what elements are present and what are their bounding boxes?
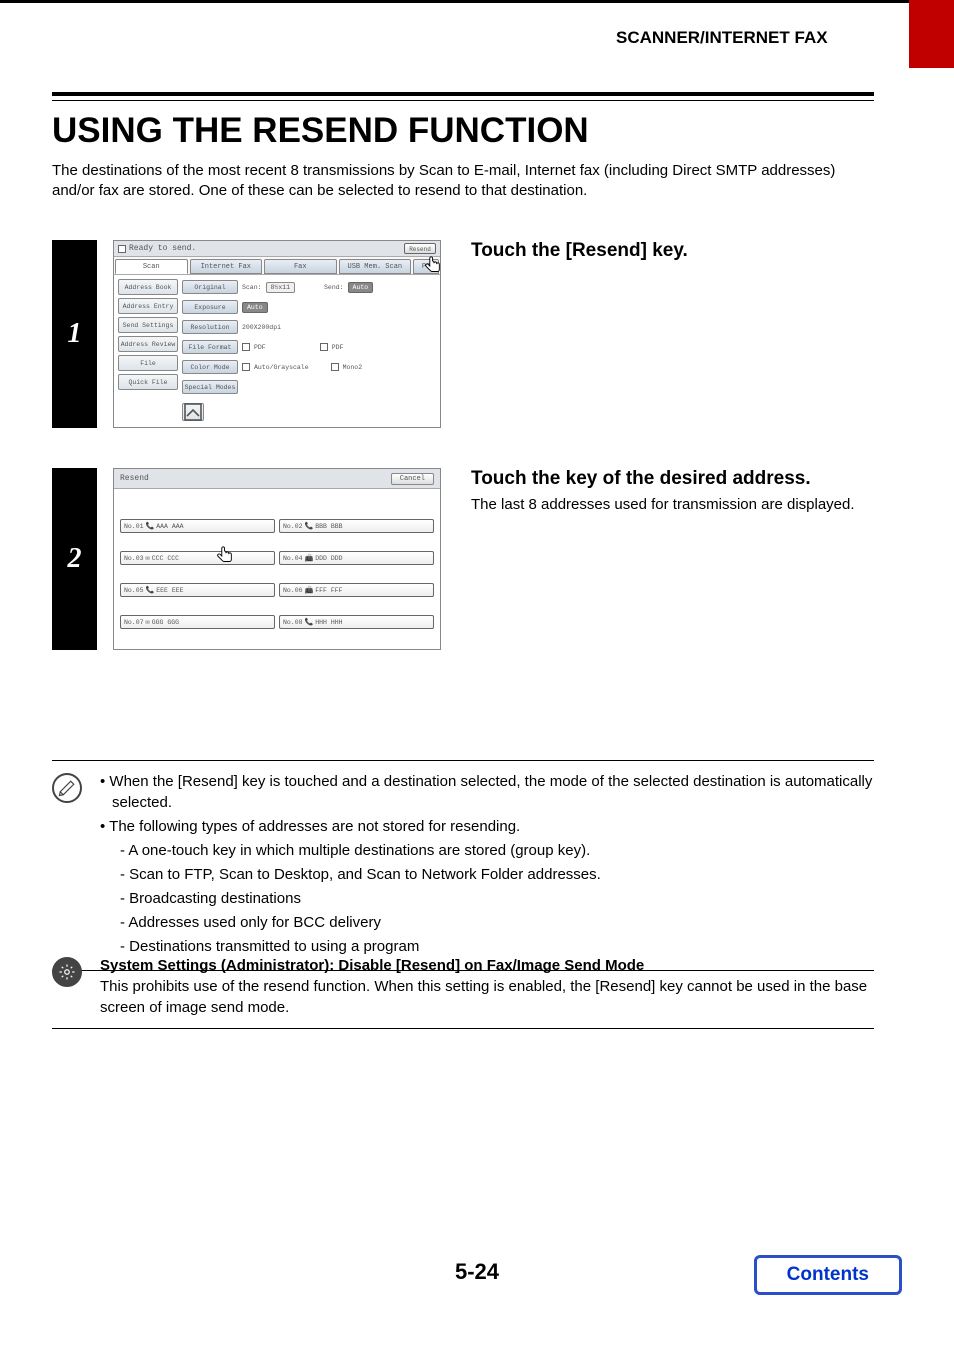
note-bullet: When the [Resend] key is touched and a d…	[100, 771, 874, 813]
note-bullet: The following types of addresses are not…	[100, 816, 874, 837]
step2-screenshot: Resend Cancel No.01📞AAA AAA No.02📞BBB BBB…	[113, 468, 441, 650]
color-mode-button[interactable]: Color Mode	[182, 360, 238, 374]
resend-item[interactable]: No.07✉GGG GGG	[120, 615, 275, 629]
resend-button[interactable]: Resend	[404, 243, 436, 254]
note-sub: Scan to FTP, Scan to Desktop, and Scan t…	[104, 864, 874, 885]
step1-heading: Touch the [Resend] key.	[471, 240, 874, 262]
btn-quick-file[interactable]: Quick File	[118, 374, 178, 390]
step-1: 1 Ready to send. Resend Scan Internet Fa…	[52, 240, 874, 428]
step2-body: The last 8 addresses used for transmissi…	[471, 496, 874, 513]
pen-icon	[52, 773, 82, 803]
pdf-icon	[242, 343, 250, 351]
btn-address-book[interactable]: Address Book	[118, 279, 178, 295]
tab-ifax[interactable]: Internet Fax	[190, 259, 263, 274]
resolution-button[interactable]: Resolution	[182, 320, 238, 334]
send-label: Send:	[324, 284, 344, 291]
resend-item[interactable]: No.02📞BBB BBB	[279, 519, 434, 533]
resend-item[interactable]: No.03✉CCC CCC	[120, 551, 275, 565]
cancel-button[interactable]: Cancel	[391, 473, 434, 485]
rule-thick	[52, 92, 874, 96]
resend-item[interactable]: No.01📞AAA AAA	[120, 519, 275, 533]
hand-cursor-icon	[422, 255, 444, 277]
note-block-1: When the [Resend] key is touched and a d…	[52, 760, 874, 971]
mono-icon	[331, 363, 339, 371]
btn-address-entry[interactable]: Address Entry	[118, 298, 178, 314]
resend-item[interactable]: No.05📞EEE EEE	[120, 583, 275, 597]
tab-usb[interactable]: USB Mem. Scan	[339, 259, 412, 274]
note-block-2: System Settings (Administrator): Disable…	[52, 945, 874, 1029]
special-modes-button[interactable]: Special Modes	[182, 380, 238, 394]
file-format-button[interactable]: File Format	[182, 340, 238, 354]
scan-size: 8½x11	[266, 282, 296, 293]
header-red-stripe	[909, 0, 954, 68]
note-sub: A one-touch key in which multiple destin…	[104, 840, 874, 861]
exposure-button[interactable]: Exposure	[182, 300, 238, 314]
rule	[52, 1028, 874, 1029]
btn-send-settings[interactable]: Send Settings	[118, 317, 178, 333]
scan-label: Scan:	[242, 284, 262, 291]
resend-title: Resend	[120, 474, 149, 483]
color-icon	[242, 363, 250, 371]
section-header: SCANNER/INTERNET FAX	[616, 28, 828, 48]
tab-fax[interactable]: Fax	[264, 259, 337, 274]
hand-cursor-icon	[214, 545, 236, 567]
color-value-2: Mono2	[343, 364, 363, 371]
tab-scan[interactable]: Scan	[115, 259, 188, 274]
format-value-1: PDF	[254, 344, 266, 351]
step2-heading: Touch the key of the desired address.	[471, 468, 874, 490]
printer-icon	[118, 245, 126, 253]
pdf-icon	[320, 343, 328, 351]
note-sub: Broadcasting destinations	[104, 888, 874, 909]
page-title: USING THE RESEND FUNCTION	[52, 111, 874, 151]
status-text: Ready to send.	[129, 244, 196, 253]
preview-icon[interactable]	[182, 403, 204, 421]
original-button[interactable]: Original	[182, 280, 238, 294]
step-2: 2 Resend Cancel No.01📞AAA AAA No.02📞BBB B…	[52, 468, 874, 650]
resend-item[interactable]: No.04📠DDD DDD	[279, 551, 434, 565]
contents-link[interactable]: Contents	[754, 1255, 902, 1295]
resend-item[interactable]: No.08📞HHH HHH	[279, 615, 434, 629]
btn-address-review[interactable]: Address Review	[118, 336, 178, 352]
note-sub: Addresses used only for BCC delivery	[104, 912, 874, 933]
send-size: Auto	[348, 282, 374, 293]
header-top-line	[0, 0, 909, 3]
step1-screenshot: Ready to send. Resend Scan Internet Fax …	[113, 240, 441, 428]
gear-icon	[52, 957, 82, 987]
color-value-1: Auto/Grayscale	[254, 364, 309, 371]
exposure-value: Auto	[242, 302, 268, 313]
format-value-2: PDF	[332, 344, 344, 351]
intro-text: The destinations of the most recent 8 tr…	[52, 161, 874, 200]
resolution-value: 200X200dpi	[242, 324, 281, 331]
btn-file[interactable]: File	[118, 355, 178, 371]
step-number: 1	[52, 240, 97, 428]
resend-item[interactable]: No.06📠FFF FFF	[279, 583, 434, 597]
rule-thin	[52, 100, 874, 101]
admin-note-heading: System Settings (Administrator): Disable…	[100, 955, 874, 976]
step-number: 2	[52, 468, 97, 650]
admin-note-body: This prohibits use of the resend functio…	[100, 976, 874, 1018]
